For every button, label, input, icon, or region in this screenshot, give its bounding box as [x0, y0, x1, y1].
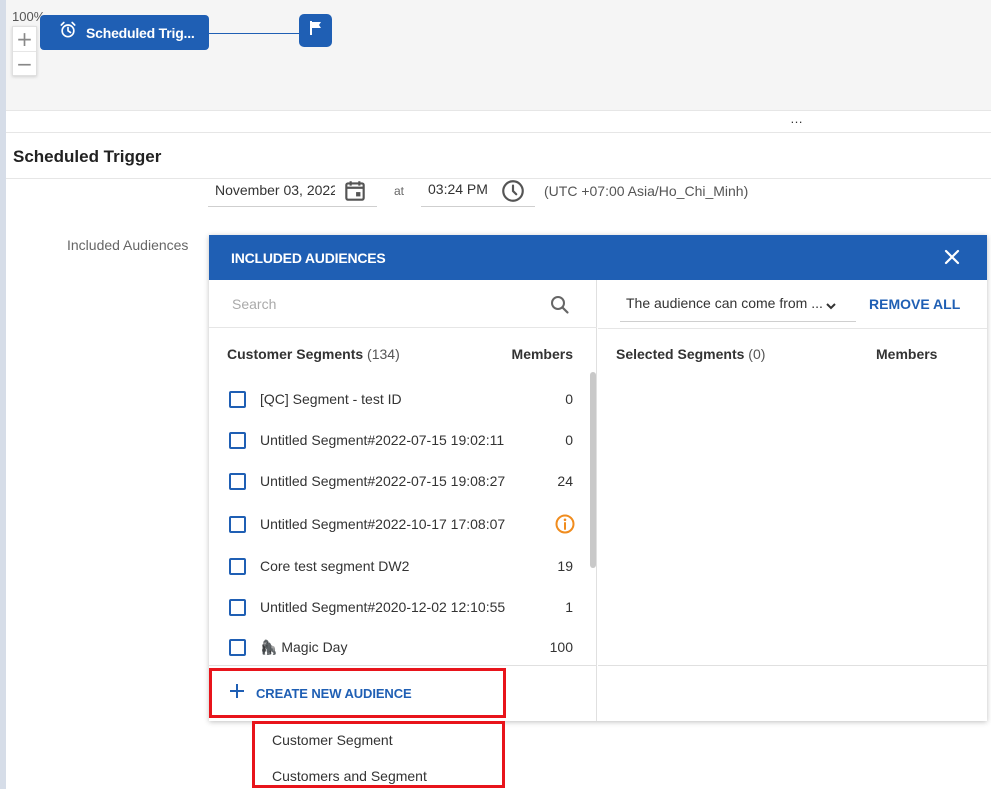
list-item[interactable]: Core test segment DW2 19 — [229, 555, 573, 577]
segment-name: Untitled Segment#2020-12-02 12:10:55 — [260, 599, 506, 615]
segment-members: 100 — [549, 639, 573, 655]
create-button-highlight — [209, 668, 506, 718]
divider — [598, 665, 987, 666]
checkbox[interactable] — [229, 558, 246, 575]
segment-name: 🦍 Magic Day — [260, 639, 348, 655]
audience-source-dropdown[interactable]: The audience can come from ... — [620, 290, 856, 322]
time-value: 03:24 PM — [428, 181, 488, 197]
checkbox[interactable] — [229, 391, 246, 408]
section-title: Scheduled Trigger — [13, 147, 162, 166]
segment-name: Core test segment DW2 — [260, 558, 410, 574]
list-item[interactable]: [QC] Segment - test ID 0 — [229, 388, 573, 410]
included-audiences-panel: INCLUDED AUDIENCES Search Customer Segme… — [209, 235, 987, 721]
date-value: November 03, 2022 — [215, 182, 335, 198]
date-picker-field[interactable]: November 03, 2022 — [208, 178, 377, 207]
flag-icon — [309, 20, 323, 41]
zoom-in-button[interactable]: + — [13, 27, 36, 51]
segments-count: (134) — [367, 346, 400, 362]
trigger-node-label: Scheduled Trig... — [86, 24, 195, 41]
end-node[interactable] — [299, 14, 332, 47]
create-audience-menu: Customer Segment Customers and Segment — [252, 721, 505, 788]
journey-canvas[interactable]: 100% + − Scheduled Trig... — [6, 0, 991, 111]
divider — [598, 328, 987, 329]
search-placeholder: Search — [232, 296, 277, 312]
segment-members: 0 — [565, 432, 573, 448]
clock-icon[interactable] — [500, 178, 526, 209]
timezone-label: (UTC +07:00 Asia/Ho_Chi_Minh) — [544, 183, 749, 199]
search-input[interactable]: Search — [209, 280, 597, 328]
checkbox[interactable] — [229, 473, 246, 490]
menu-item-customers-and-segment[interactable]: Customers and Segment — [272, 768, 427, 784]
segment-members: 1 — [565, 599, 573, 615]
segment-members: 24 — [557, 473, 573, 489]
close-icon[interactable] — [943, 248, 961, 271]
node-connector — [209, 33, 299, 34]
panel-title: INCLUDED AUDIENCES — [231, 250, 386, 266]
resize-dots[interactable]: … — [790, 111, 803, 126]
remove-all-button[interactable]: REMOVE ALL — [869, 296, 960, 312]
segment-members: 0 — [565, 391, 573, 407]
chevron-down-icon — [825, 299, 837, 317]
panel-header: INCLUDED AUDIENCES — [209, 235, 987, 280]
members-column-header: Members — [511, 346, 573, 362]
segment-list-pane: Search Customer Segments (134) Members [… — [209, 280, 597, 721]
list-item[interactable]: Untitled Segment#2022-07-15 19:08:27 24 — [229, 470, 573, 492]
segment-name: [QC] Segment - test ID — [260, 391, 402, 407]
list-item[interactable]: Untitled Segment#2020-12-02 12:10:55 1 — [229, 596, 573, 618]
selected-segments-pane: The audience can come from ... REMOVE AL… — [598, 280, 987, 721]
segment-members: 19 — [557, 558, 573, 574]
list-item[interactable]: Untitled Segment#2022-07-15 19:02:11 0 — [229, 429, 573, 451]
included-audiences-label: Included Audiences — [67, 237, 189, 253]
gorilla-emoji-icon: 🦍 — [260, 639, 278, 655]
menu-item-customer-segment[interactable]: Customer Segment — [272, 732, 393, 748]
checkbox[interactable] — [229, 639, 246, 656]
selected-count: (0) — [748, 346, 766, 362]
checkbox[interactable] — [229, 599, 246, 616]
list-scrollbar[interactable] — [590, 372, 596, 568]
audience-source-value: The audience can come from ... — [626, 295, 823, 311]
segment-name: Untitled Segment#2022-07-15 19:08:27 — [260, 473, 506, 489]
selected-members-column-header: Members — [876, 346, 938, 362]
segment-list-header: Customer Segments (134) Members — [227, 346, 573, 366]
info-icon[interactable] — [554, 513, 576, 540]
at-label: at — [394, 184, 405, 198]
scheduled-trigger-node[interactable]: Scheduled Trig... — [40, 15, 209, 50]
selected-segments-column-header: Selected Segments (0) — [616, 346, 766, 362]
time-picker-field[interactable]: 03:24 PM — [421, 178, 535, 207]
segments-column-header: Customer Segments (134) — [227, 346, 400, 362]
segment-name: Untitled Segment#2022-10-17 17:08:07 — [260, 516, 506, 532]
zoom-controls: + − — [12, 26, 37, 76]
zoom-out-button[interactable]: − — [13, 51, 36, 75]
list-item[interactable]: 🦍 Magic Day 100 — [229, 636, 573, 658]
list-item[interactable]: Untitled Segment#2022-10-17 17:08:07 — [229, 513, 575, 535]
search-icon[interactable] — [550, 295, 570, 320]
panel-resize-handle[interactable]: … — [6, 111, 991, 133]
segment-name: Untitled Segment#2022-07-15 19:02:11 — [260, 432, 505, 448]
calendar-icon[interactable] — [342, 178, 368, 209]
alarm-clock-icon — [58, 20, 78, 45]
checkbox[interactable] — [229, 432, 246, 449]
checkbox[interactable] — [229, 516, 246, 533]
